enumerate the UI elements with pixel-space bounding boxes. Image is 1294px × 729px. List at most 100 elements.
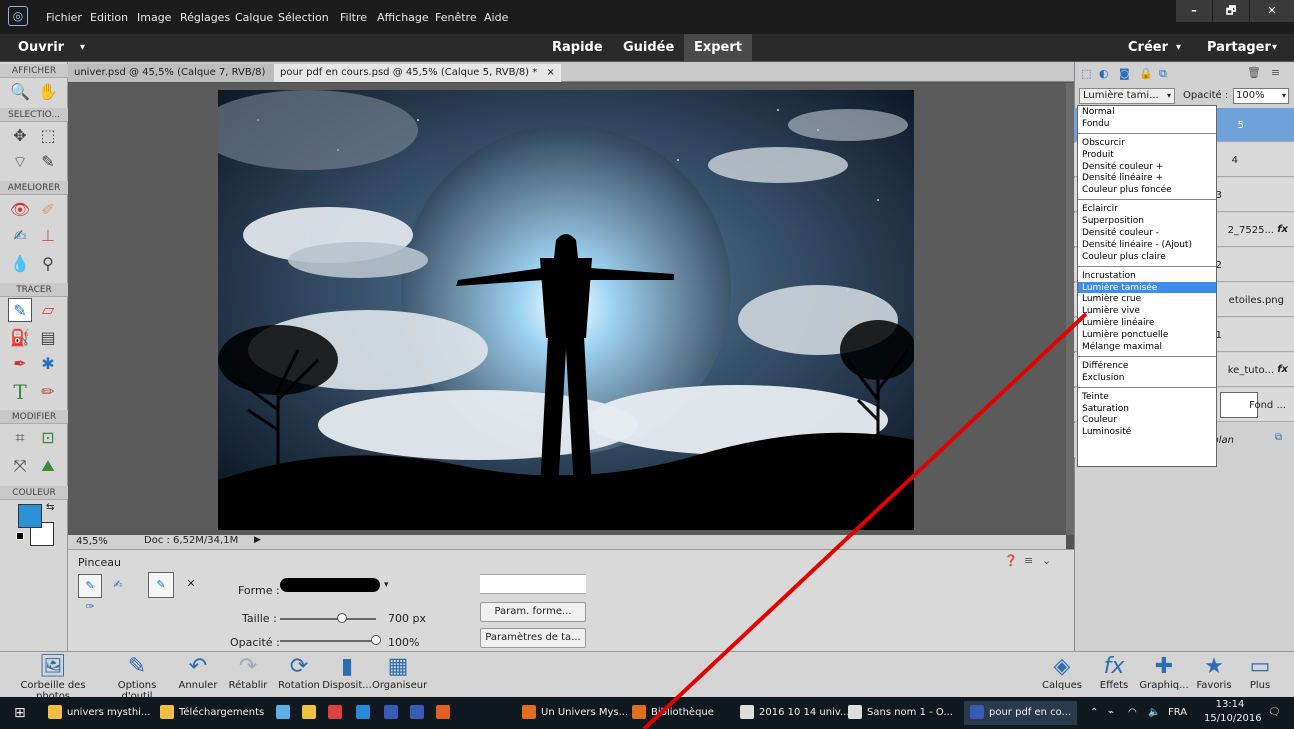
- content-aware-move-icon[interactable]: ⤧: [8, 454, 32, 478]
- brush-chevron-icon[interactable]: ▾: [384, 580, 389, 590]
- taskbar-app[interactable]: [302, 701, 321, 725]
- new-layer-icon[interactable]: ⬚: [1081, 67, 1091, 80]
- gradient-tool-icon[interactable]: ▤: [36, 326, 60, 350]
- move-tool-icon[interactable]: ✥: [8, 124, 32, 148]
- taskbar-app[interactable]: 2016 10 14 univ...: [740, 701, 850, 725]
- blend-mode-option[interactable]: Fondu: [1078, 118, 1216, 130]
- hand-tool-icon[interactable]: ✋: [36, 80, 60, 104]
- clock-date[interactable]: 15/10/2016: [1204, 713, 1262, 724]
- clone-stamp-icon[interactable]: ⊥: [36, 224, 60, 248]
- blend-mode-option[interactable]: Densité couleur +: [1078, 161, 1216, 173]
- menu-reglages[interactable]: Réglages: [180, 11, 230, 24]
- language-indicator[interactable]: FRA: [1168, 701, 1187, 725]
- menu-calque[interactable]: Calque: [235, 11, 273, 24]
- blend-mode-option[interactable]: Couleur: [1078, 414, 1216, 426]
- blend-mode-option[interactable]: Lumière tamisée: [1078, 281, 1216, 294]
- open-button[interactable]: Ouvrir: [18, 40, 64, 55]
- taskbar-app[interactable]: [328, 701, 347, 725]
- redo-button[interactable]: ↷ Rétablir: [228, 654, 268, 691]
- menu-image[interactable]: Image: [137, 11, 171, 24]
- smart-brush-icon[interactable]: ✍: [8, 224, 32, 248]
- blend-mode-option[interactable]: Superposition: [1078, 215, 1216, 227]
- marquee-tool-icon[interactable]: ⬚: [36, 124, 60, 148]
- rotate-button[interactable]: ⟳ Rotation: [276, 654, 322, 691]
- document-image[interactable]: [218, 90, 914, 530]
- blend-mode-option[interactable]: Eclaircir: [1078, 203, 1216, 215]
- lasso-tool-icon[interactable]: ⌔: [8, 150, 32, 174]
- blend-mode-option[interactable]: Lumière linéaire: [1078, 317, 1216, 329]
- notifications-icon[interactable]: 🗨: [1268, 701, 1281, 725]
- mode-rapide[interactable]: Rapide: [552, 40, 603, 55]
- brush-preview[interactable]: [280, 578, 380, 592]
- blend-mode-option[interactable]: Luminosité: [1078, 426, 1216, 438]
- blend-mode-option[interactable]: Lumière ponctuelle: [1078, 329, 1216, 341]
- close-button[interactable]: ✕: [1250, 0, 1294, 22]
- blend-mode-option[interactable]: Lumière crue: [1078, 293, 1216, 305]
- quick-selection-icon[interactable]: ✎: [36, 150, 60, 174]
- minimize-button[interactable]: –: [1176, 0, 1212, 22]
- blend-mode-option[interactable]: Exclusion: [1078, 372, 1216, 384]
- favorites-button[interactable]: ★ Favoris: [1194, 654, 1234, 691]
- brush-mode-icon[interactable]: ✎: [78, 574, 102, 598]
- taskbar-app[interactable]: Bibliothèque: [632, 701, 714, 725]
- wifi-icon[interactable]: ◠: [1128, 701, 1137, 725]
- taskbar-app[interactable]: univers mysthi...: [48, 701, 150, 725]
- eraser-tool-icon[interactable]: ▱: [36, 298, 60, 322]
- blend-mode-option[interactable]: Densité linéaire - (Ajout): [1078, 239, 1216, 251]
- tab-univer[interactable]: univer.psd @ 45,5% (Calque 7, RVB/8) ×: [68, 64, 289, 82]
- blend-mode-select[interactable]: Lumière tami... ▾: [1079, 88, 1175, 104]
- blend-mode-option[interactable]: Saturation: [1078, 403, 1216, 415]
- layout-button[interactable]: ▮ Disposit...: [322, 654, 372, 691]
- create-chevron-icon[interactable]: ▾: [1176, 42, 1181, 53]
- recompose-tool-icon[interactable]: ⊡: [36, 426, 60, 450]
- red-eye-tool-icon[interactable]: 👁: [8, 198, 32, 222]
- organizer-button[interactable]: ▦ Organiseur: [372, 654, 427, 691]
- photo-bin-button[interactable]: 🖼Corbeille des photos: [4, 654, 102, 702]
- tray-chevron-icon[interactable]: ⌃: [1090, 701, 1098, 725]
- taskbar-app[interactable]: [356, 701, 375, 725]
- menu-affichage[interactable]: Affichage: [377, 11, 429, 24]
- taskbar-app[interactable]: Sans nom 1 - O...: [848, 701, 953, 725]
- taskbar-app[interactable]: [384, 701, 403, 725]
- open-chevron-icon[interactable]: ▾: [80, 42, 85, 53]
- spot-healing-icon[interactable]: ✐: [36, 198, 60, 222]
- taille-slider-handle[interactable]: [337, 613, 348, 623]
- help-icon[interactable]: ❓: [1004, 554, 1018, 567]
- taskbar-app[interactable]: pour pdf en co...: [964, 701, 1078, 725]
- taskbar-app[interactable]: [436, 701, 455, 725]
- custom-shape-icon[interactable]: ✱: [36, 352, 60, 376]
- paint-bucket-icon[interactable]: ⛽: [8, 326, 32, 350]
- create-button[interactable]: Créer: [1128, 40, 1168, 55]
- foreground-color-swatch[interactable]: [18, 504, 42, 528]
- blend-mode-option[interactable]: Lumière vive: [1078, 305, 1216, 317]
- zoom-tool-icon[interactable]: 🔍: [8, 80, 32, 104]
- blend-mode-option[interactable]: Normal: [1078, 106, 1216, 118]
- tab-close-icon[interactable]: ×: [546, 67, 554, 78]
- lock-icon[interactable]: 🔒: [1139, 67, 1153, 80]
- opacity-field[interactable]: 100% ▾: [1233, 88, 1289, 104]
- menu-aide[interactable]: Aide: [484, 11, 508, 24]
- blend-mode-option[interactable]: Densité couleur -: [1078, 227, 1216, 239]
- swap-colors-icon[interactable]: ⇆: [46, 502, 54, 513]
- clock-time[interactable]: 13:14: [1208, 699, 1252, 710]
- blend-mode-option[interactable]: Obscurcir: [1078, 137, 1216, 149]
- mode-expert[interactable]: Expert: [684, 34, 752, 61]
- blend-mode-option[interactable]: Densité linéaire +: [1078, 172, 1216, 184]
- taille-slider[interactable]: [280, 618, 376, 620]
- blend-mode-option[interactable]: Couleur plus foncée: [1078, 184, 1216, 196]
- more-button[interactable]: ▭ Plus: [1240, 654, 1280, 691]
- trash-icon[interactable]: 🗑: [1247, 66, 1261, 79]
- vertical-scrollbar[interactable]: [1066, 83, 1074, 535]
- adjustment-layer-icon[interactable]: ◐: [1099, 67, 1109, 80]
- color-replace-brush-icon[interactable]: ✑: [78, 600, 102, 620]
- opacite-slider-handle[interactable]: [371, 635, 381, 645]
- blend-mode-option[interactable]: Différence: [1078, 360, 1216, 372]
- effects-button[interactable]: fx Effets: [1094, 654, 1134, 691]
- menu-fenetre[interactable]: Fenêtre: [435, 11, 477, 24]
- airbrush-off-icon[interactable]: ✎: [148, 572, 174, 598]
- blur-tool-icon[interactable]: 💧: [8, 252, 32, 276]
- blend-mode-option[interactable]: Produit: [1078, 149, 1216, 161]
- options-menu-icon[interactable]: ≡: [1024, 554, 1033, 567]
- text-tool-icon[interactable]: T: [8, 380, 32, 404]
- taskbar-app[interactable]: [410, 701, 429, 725]
